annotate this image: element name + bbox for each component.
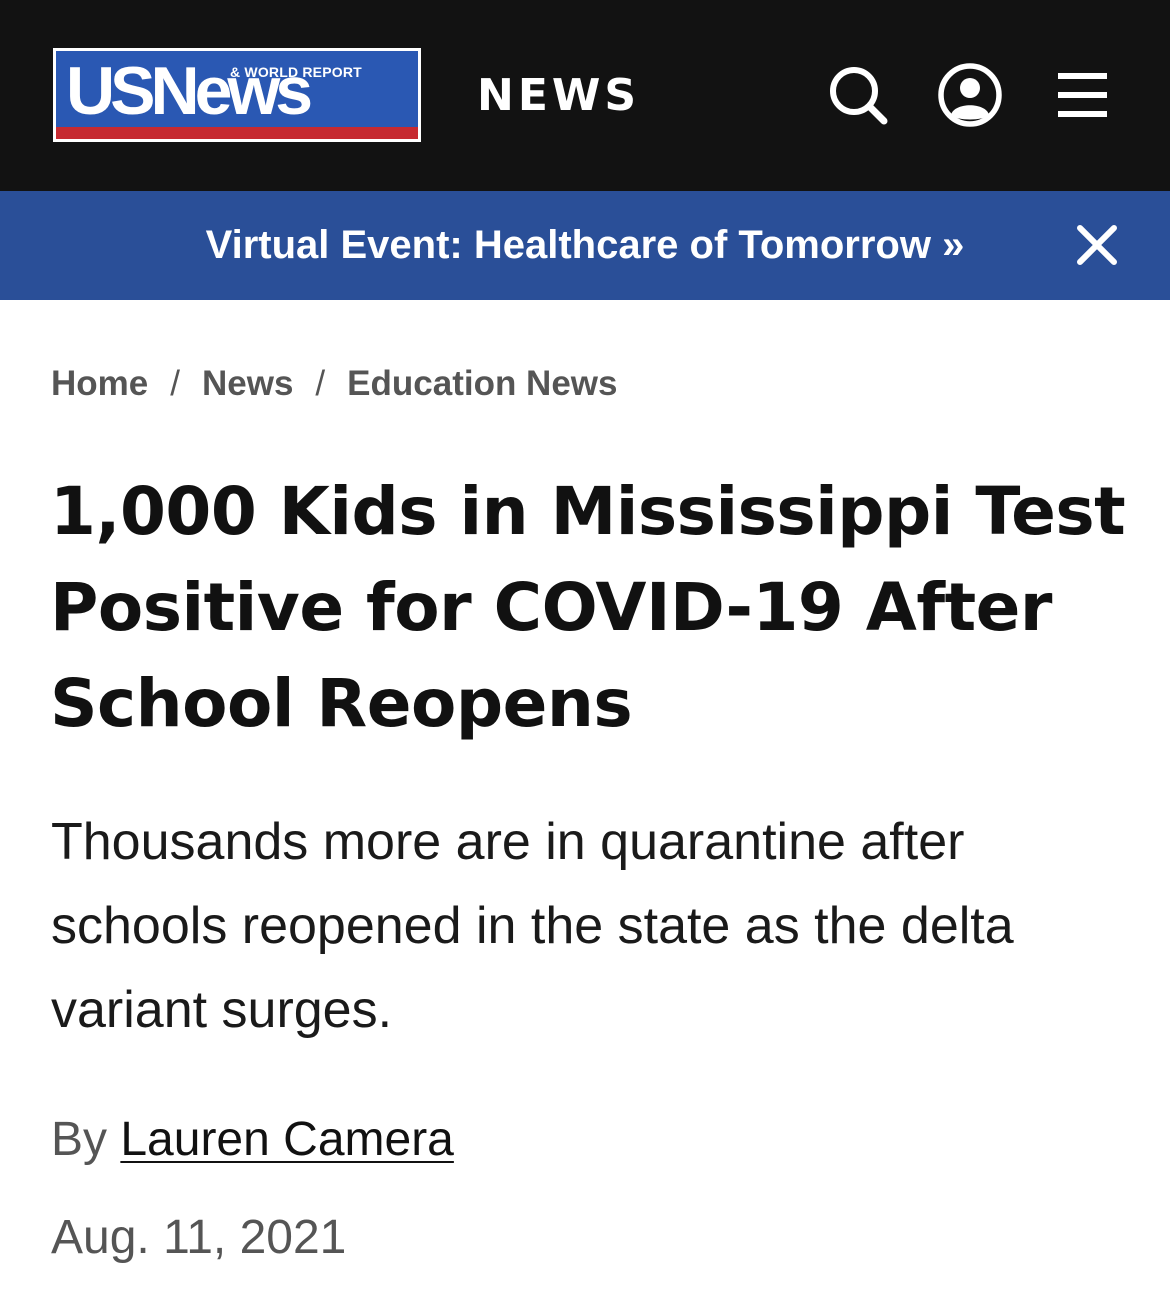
article-dek: Thousands more are in quarantine after s… xyxy=(51,813,1014,1039)
breadcrumb-separator: / xyxy=(315,364,326,403)
breadcrumb-separator: / xyxy=(170,364,180,403)
menu-icon[interactable] xyxy=(1049,62,1115,128)
promo-banner: Virtual Event: Healthcare of Tomorrow » xyxy=(0,191,1170,300)
logo-red-stripe xyxy=(56,127,418,139)
author-link[interactable]: Lauren Camera xyxy=(120,1113,454,1166)
site-header: USNews & WORLD REPORT NEWS xyxy=(0,0,1170,191)
byline: By Lauren Camera xyxy=(51,1110,454,1170)
publish-date: Aug. 11, 2021 xyxy=(51,1211,347,1264)
article-title: 1,000 Kids in Mississippi Test Positive … xyxy=(50,473,1126,742)
banner-link[interactable]: Virtual Event: Healthcare of Tomorrow » xyxy=(0,219,1170,271)
account-icon[interactable] xyxy=(937,62,1003,128)
search-icon[interactable] xyxy=(825,62,891,128)
close-icon[interactable] xyxy=(1074,222,1120,268)
usnews-logo[interactable]: USNews & WORLD REPORT xyxy=(53,48,421,142)
breadcrumb-home[interactable]: Home xyxy=(51,364,148,403)
breadcrumb-education-news[interactable]: Education News xyxy=(347,364,617,403)
byline-prefix: By xyxy=(51,1113,108,1166)
logo-background: USNews & WORLD REPORT xyxy=(56,51,418,139)
breadcrumb: Home / News / Education News xyxy=(51,362,617,406)
section-label[interactable]: NEWS xyxy=(477,70,640,122)
breadcrumb-news[interactable]: News xyxy=(202,364,293,403)
logo-subtitle: & WORLD REPORT xyxy=(230,64,362,80)
